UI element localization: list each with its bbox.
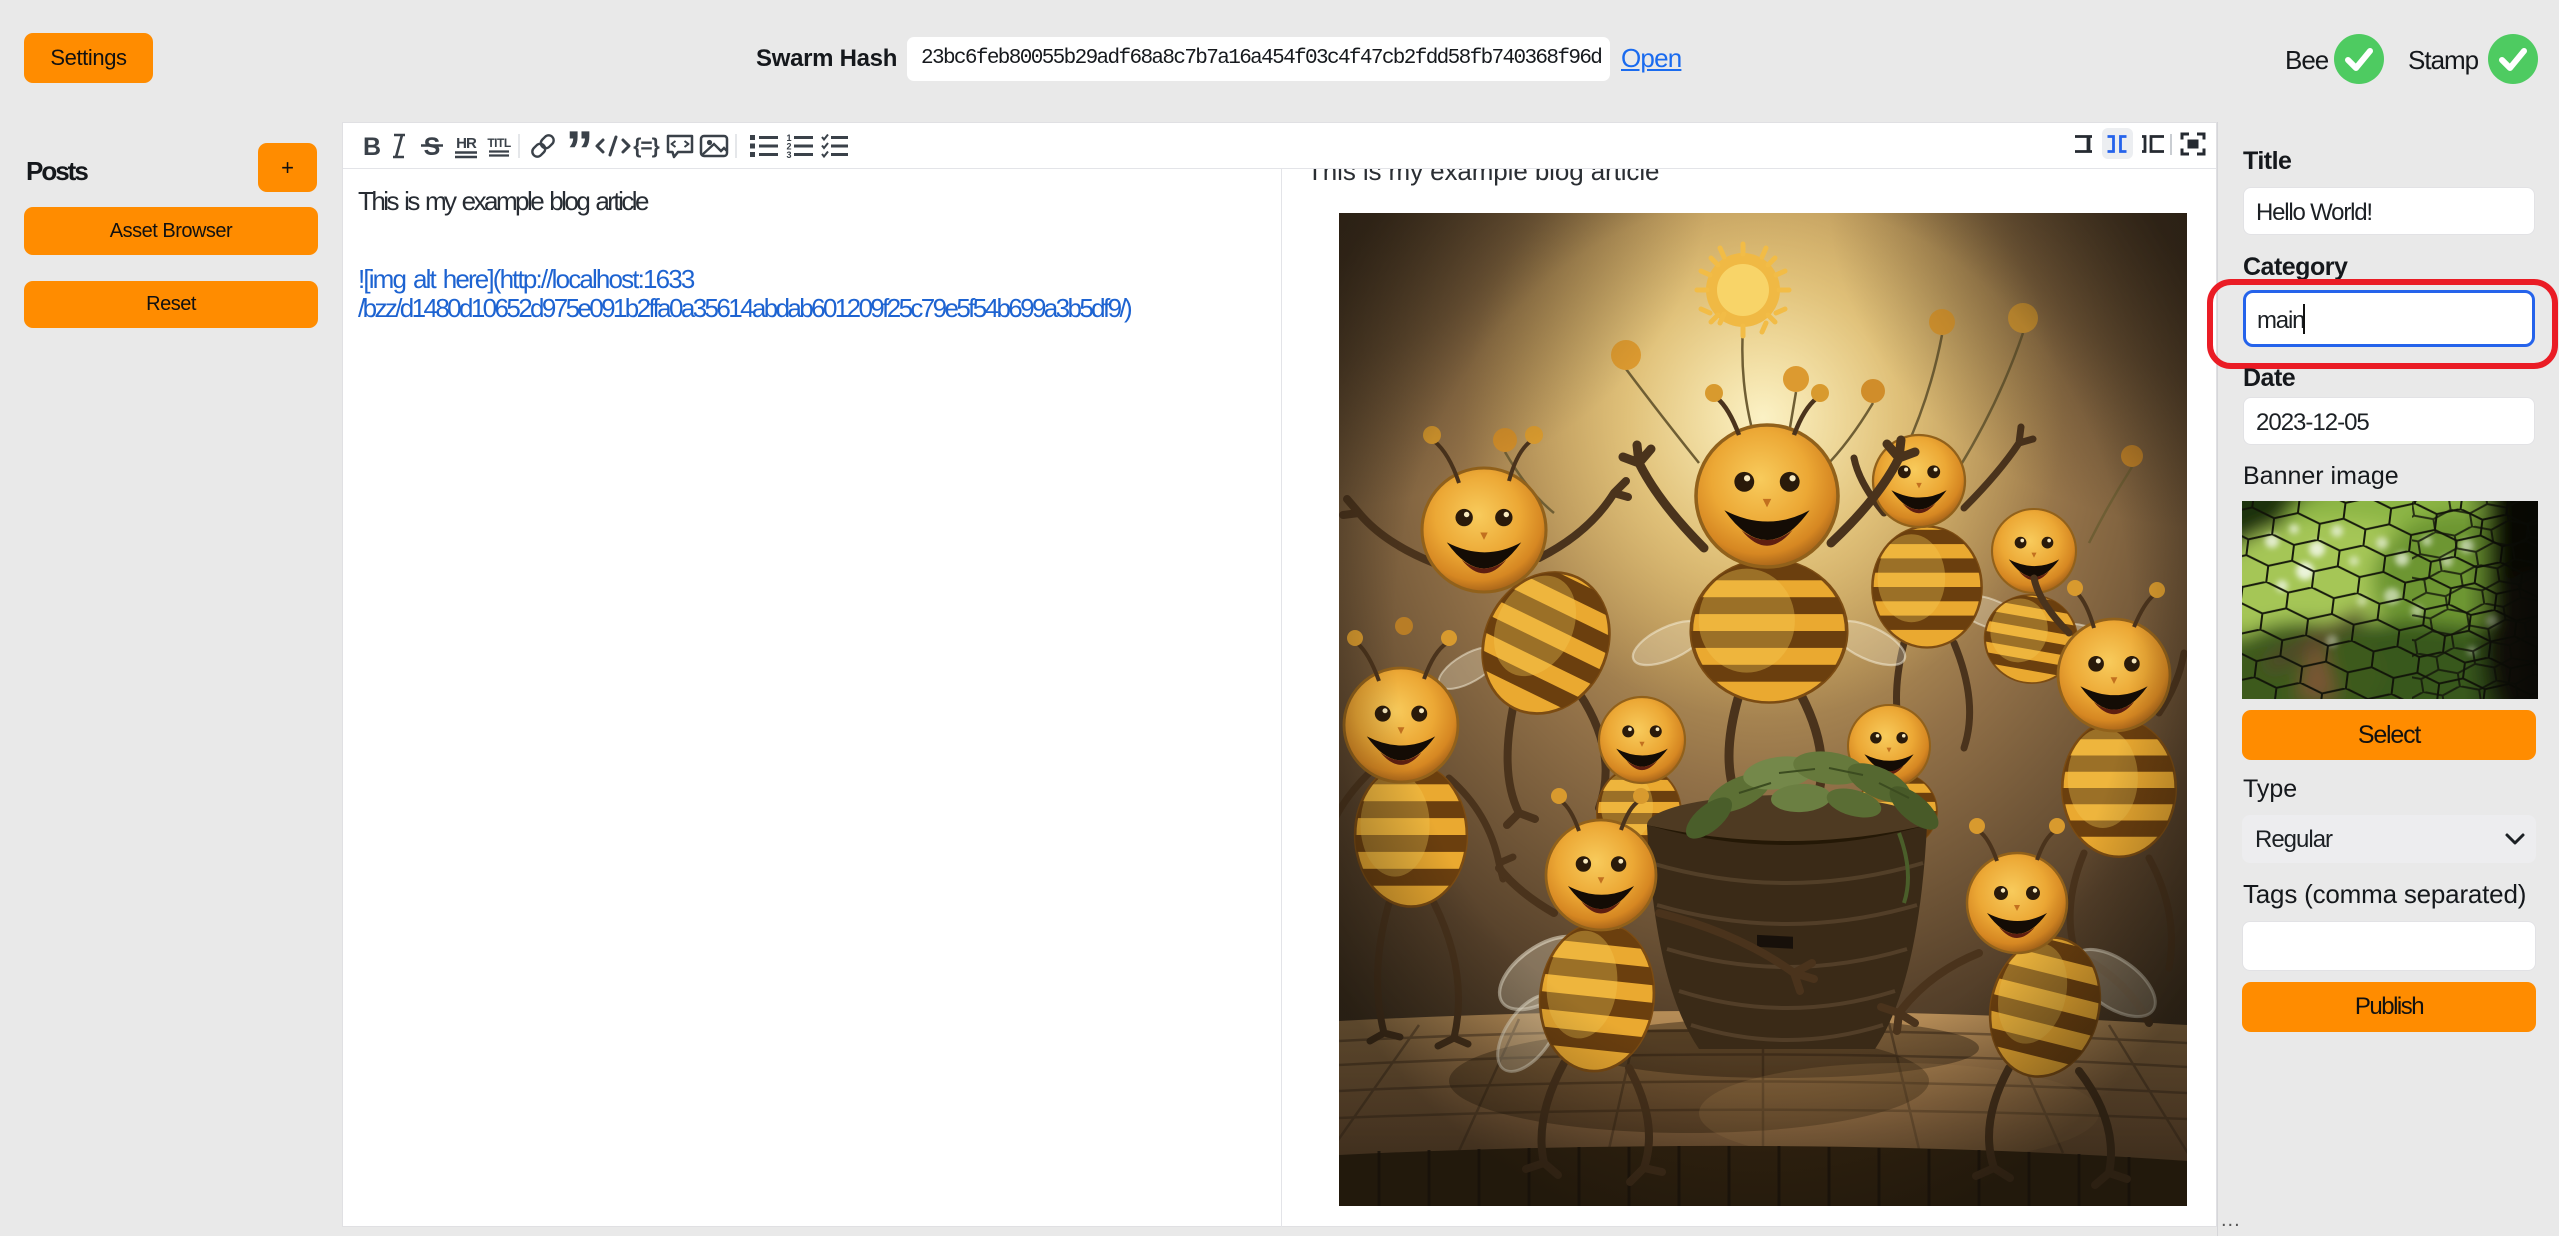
svg-text:{=}: {=} bbox=[633, 135, 659, 158]
svg-text:B: B bbox=[363, 133, 381, 161]
svg-text:HR: HR bbox=[456, 135, 477, 152]
svg-text:”: ” bbox=[566, 128, 591, 164]
svg-text:3: 3 bbox=[786, 150, 791, 160]
svg-text:S: S bbox=[424, 133, 441, 161]
svg-text:TITL: TITL bbox=[487, 136, 510, 150]
